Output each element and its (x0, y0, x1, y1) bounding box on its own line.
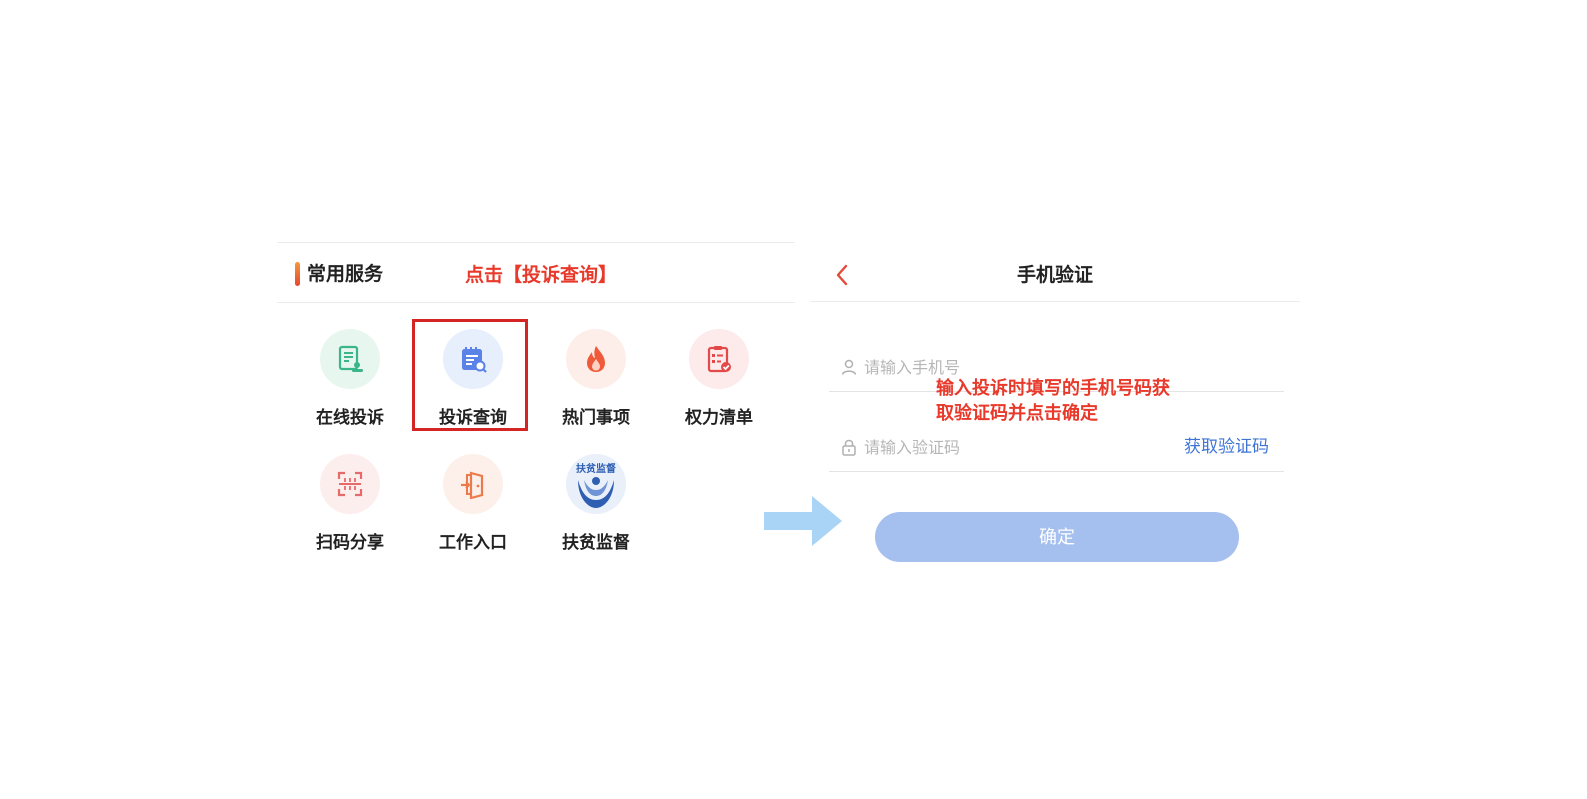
verification-code-input[interactable] (864, 436, 1164, 458)
section-title: 常用服务 (307, 263, 384, 285)
highlight-box (412, 319, 528, 431)
page-title: 手机验证 (1016, 264, 1093, 286)
service-hot-items[interactable]: 热门事项 (536, 321, 656, 431)
service-label: 工作入口 (439, 533, 507, 553)
section-accent-bar (295, 262, 300, 286)
top-divider-left (277, 242, 795, 243)
service-label: 扶贫监督 (562, 533, 630, 553)
service-scan-share[interactable]: 扫码分享 (290, 446, 410, 556)
code-underline (829, 471, 1284, 472)
confirm-button[interactable]: 确定 (875, 512, 1239, 562)
user-icon (841, 359, 857, 375)
complaint-form-icon (320, 329, 380, 389)
instruction-annotation-right: 输入投诉时填写的手机号码获取验证码并点击确定 (936, 378, 1170, 424)
service-label: 热门事项 (562, 408, 630, 428)
header-divider-right (810, 301, 1300, 302)
service-label: 权力清单 (685, 408, 753, 428)
service-label: 在线投诉 (316, 408, 384, 428)
service-label: 扫码分享 (316, 533, 384, 553)
back-chevron-icon[interactable] (830, 262, 854, 288)
instruction-annotation-left: 点击【投诉查询】 (465, 264, 618, 286)
logo-text: 扶贫监督 (576, 464, 616, 475)
header-divider-left (277, 302, 795, 303)
checklist-clipboard-icon (689, 329, 749, 389)
phone-input[interactable] (864, 356, 1264, 378)
get-code-button[interactable]: 获取验证码 (1184, 436, 1269, 458)
scan-qr-icon (320, 454, 380, 514)
service-poverty-supervision[interactable]: 扶贫监督 扶贫监督 (536, 446, 656, 556)
service-power-list[interactable]: 权力清单 (659, 321, 779, 431)
door-entry-icon (443, 454, 503, 514)
lock-icon (842, 439, 856, 456)
flow-arrow-icon (764, 496, 842, 546)
service-work-entry[interactable]: 工作入口 (413, 446, 533, 556)
flame-icon (566, 329, 626, 389)
poverty-supervision-logo: 扶贫监督 (566, 454, 626, 514)
service-online-complaint[interactable]: 在线投诉 (290, 321, 410, 431)
